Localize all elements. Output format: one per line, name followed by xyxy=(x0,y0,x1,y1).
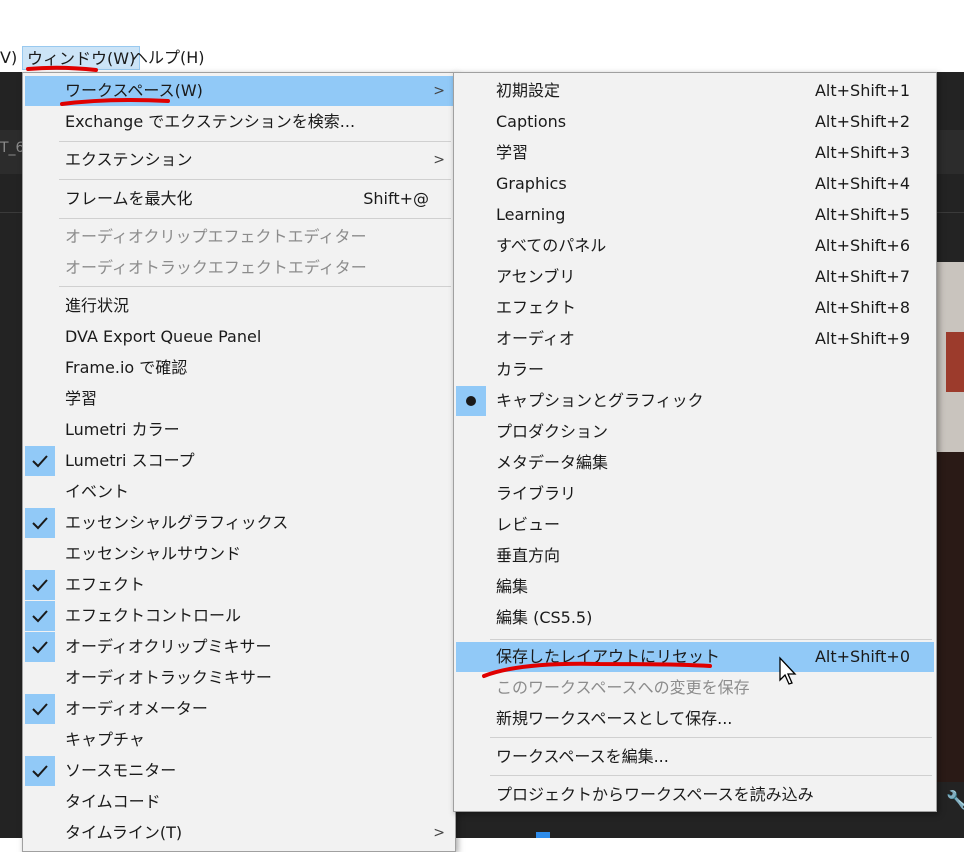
chevron-right-icon: > xyxy=(433,152,445,168)
separator xyxy=(490,639,932,640)
menu-item-import-from-project[interactable]: プロジェクトからワークスペースを読み込み xyxy=(456,780,934,810)
menu-bar: V) ウィンドウ(W) ヘルプ(H) xyxy=(0,44,964,72)
menu-item-exchange[interactable]: Exchange でエクステンションを検索... xyxy=(25,107,453,137)
menu-item-progress[interactable]: 進行状況 xyxy=(25,291,453,321)
menu-item-capture[interactable]: キャプチャ xyxy=(25,725,453,755)
menu-item-maximize-frame[interactable]: フレームを最大化 Shift+@ xyxy=(25,184,453,214)
panel-tab-label[interactable]: T_6 xyxy=(0,140,24,156)
workspace-item[interactable]: オーディオ Alt+Shift+9 xyxy=(456,324,934,354)
menu-item-edit-workspaces[interactable]: ワークスペースを編集... xyxy=(456,742,934,772)
menu-item-audio-track-effect-editor[interactable]: オーディオトラックエフェクトエディター xyxy=(25,253,453,283)
separator xyxy=(59,141,451,142)
checkmark-icon xyxy=(25,570,55,600)
workspace-item[interactable]: ライブラリ xyxy=(456,479,934,509)
wrench-icon[interactable]: 🔧 xyxy=(946,790,964,811)
checkmark-icon xyxy=(25,601,55,631)
menu-item-extensions[interactable]: エクステンション > xyxy=(25,145,453,175)
menu-item-dva-export[interactable]: DVA Export Queue Panel xyxy=(25,322,453,352)
workspace-item[interactable]: 学習 Alt+Shift+3 xyxy=(456,138,934,168)
menu-item-save-as-new[interactable]: 新規ワークスペースとして保存... xyxy=(456,704,934,734)
chevron-right-icon: > xyxy=(433,825,445,841)
menu-item-lumetri-color[interactable]: Lumetri カラー xyxy=(25,415,453,445)
menu-item-audio-track-mixer[interactable]: オーディオトラックミキサー xyxy=(25,663,453,693)
workspace-item[interactable]: プロダクション xyxy=(456,417,934,447)
timeline-marker xyxy=(536,832,550,838)
checkmark-icon xyxy=(25,446,55,476)
separator xyxy=(490,775,932,776)
workspace-item[interactable]: Learning Alt+Shift+5 xyxy=(456,200,934,230)
workspace-item[interactable]: 編集 xyxy=(456,572,934,602)
menu-item-events[interactable]: イベント xyxy=(25,477,453,507)
menu-item-source-monitor[interactable]: ソースモニター xyxy=(25,756,453,786)
menu-item-effects[interactable]: エフェクト xyxy=(25,570,453,600)
radio-dot-icon xyxy=(456,386,486,416)
checkmark-icon xyxy=(25,508,55,538)
workspace-item[interactable]: キャプションとグラフィック xyxy=(456,386,934,416)
menu-item-essential-sound[interactable]: エッセンシャルサウンド xyxy=(25,539,453,569)
checkmark-icon xyxy=(25,756,55,786)
menu-item-timeline[interactable]: タイムライン(T) > xyxy=(25,818,453,848)
menu-item-reset-layout[interactable]: 保存したレイアウトにリセット Alt+Shift+0 xyxy=(456,642,934,672)
workspace-item[interactable]: メタデータ編集 xyxy=(456,448,934,478)
chevron-right-icon: > xyxy=(433,83,445,99)
workspace-item[interactable]: アセンブリ Alt+Shift+7 xyxy=(456,262,934,292)
workspace-item[interactable]: カラー xyxy=(456,355,934,385)
menu-item-audio-clip-effect-editor[interactable]: オーディオクリップエフェクトエディター xyxy=(25,222,453,252)
workspace-item[interactable]: 垂直方向 xyxy=(456,541,934,571)
workspace-item[interactable]: すべてのパネル Alt+Shift+6 xyxy=(456,231,934,261)
checkmark-icon xyxy=(25,694,55,724)
program-monitor-video xyxy=(936,262,964,782)
workspace-item[interactable]: 初期設定 Alt+Shift+1 xyxy=(456,76,934,106)
workspace-item[interactable]: 編集 (CS5.5) xyxy=(456,603,934,633)
menu-item-frameio[interactable]: Frame.io で確認 xyxy=(25,353,453,383)
menu-item-essential-graphics[interactable]: エッセンシャルグラフィックス xyxy=(25,508,453,538)
separator xyxy=(490,737,932,738)
menu-item-audio-clip-mixer[interactable]: オーディオクリップミキサー xyxy=(25,632,453,662)
separator xyxy=(59,179,451,180)
menu-window[interactable]: ウィンドウ(W) xyxy=(22,46,141,70)
checkmark-icon xyxy=(25,632,55,662)
mouse-cursor-icon xyxy=(779,656,797,685)
menu-item-timecode[interactable]: タイムコード xyxy=(25,787,453,817)
separator xyxy=(59,218,451,219)
menu-item-save-changes[interactable]: このワークスペースへの変更を保存 xyxy=(456,673,934,703)
menu-prev[interactable]: V) xyxy=(0,46,17,70)
workspace-submenu: 初期設定 Alt+Shift+1 Captions Alt+Shift+2 学習 Alt+… xyxy=(453,72,937,812)
menu-item-learn[interactable]: 学習 xyxy=(25,384,453,414)
menu-help[interactable]: ヘルプ(H) xyxy=(132,46,205,70)
window-menu: ワークスペース(W) > Exchange でエクステンションを検索... エクス… xyxy=(22,72,456,852)
menu-item-audio-meters[interactable]: オーディオメーター xyxy=(25,694,453,724)
workspace-item[interactable]: レビュー xyxy=(456,510,934,540)
menu-item-lumetri-scopes[interactable]: Lumetri スコープ xyxy=(25,446,453,476)
workspace-item[interactable]: Graphics Alt+Shift+4 xyxy=(456,169,934,199)
separator xyxy=(59,286,451,287)
workspace-item[interactable]: Captions Alt+Shift+2 xyxy=(456,107,934,137)
menu-item-effect-controls[interactable]: エフェクトコントロール xyxy=(25,601,453,631)
workspace-item[interactable]: エフェクト Alt+Shift+8 xyxy=(456,293,934,323)
menu-item-workspace[interactable]: ワークスペース(W) > xyxy=(25,76,453,106)
